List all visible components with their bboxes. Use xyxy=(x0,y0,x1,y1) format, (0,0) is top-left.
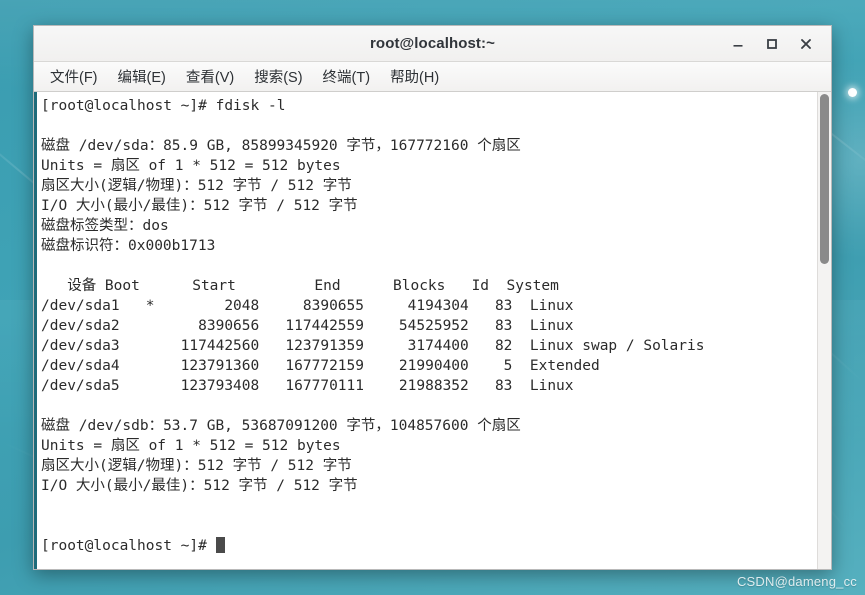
maximize-button[interactable] xyxy=(755,29,789,59)
terminal-window[interactable]: root@localhost:~ 文件(F) 编辑(E) 查看(V) xyxy=(33,25,832,570)
window-titlebar[interactable]: root@localhost:~ xyxy=(34,26,831,62)
terminal-line: Units = 扇区 of 1 * 512 = 512 bytes xyxy=(41,156,817,176)
desktop-light-dot xyxy=(848,88,857,97)
terminal-scrollbar[interactable] xyxy=(817,92,831,569)
terminal-line: /dev/sda2 8390656 117442559 54525952 83 … xyxy=(41,316,817,336)
terminal-line: /dev/sda4 123791360 167772159 21990400 5… xyxy=(41,356,817,376)
menubar[interactable]: 文件(F) 编辑(E) 查看(V) 搜索(S) 终端(T) 帮助(H) xyxy=(34,62,831,92)
menu-item-terminal[interactable]: 终端(T) xyxy=(314,64,380,89)
terminal-area[interactable]: [root@localhost ~]# fdisk -l 磁盘 /dev/sda：… xyxy=(34,92,831,569)
terminal-line: 磁盘 /dev/sdb：53.7 GB, 53687091200 字节，1048… xyxy=(41,416,817,436)
scrollbar-thumb[interactable] xyxy=(820,94,829,264)
terminal-output[interactable]: [root@localhost ~]# fdisk -l 磁盘 /dev/sda：… xyxy=(37,92,817,569)
terminal-line xyxy=(41,116,817,136)
terminal-cursor xyxy=(216,537,225,553)
terminal-line: 磁盘标签类型：dos xyxy=(41,216,817,236)
terminal-line: 扇区大小(逻辑/物理)：512 字节 / 512 字节 xyxy=(41,456,817,476)
terminal-line: /dev/sda5 123793408 167770111 21988352 8… xyxy=(41,376,817,396)
close-button[interactable] xyxy=(789,29,823,59)
window-title: root@localhost:~ xyxy=(34,35,831,52)
terminal-line: /dev/sda1 * 2048 8390655 4194304 83 Linu… xyxy=(41,296,817,316)
terminal-line: Units = 扇区 of 1 * 512 = 512 bytes xyxy=(41,436,817,456)
window-controls xyxy=(721,29,831,59)
terminal-line: [root@localhost ~]# fdisk -l xyxy=(41,96,817,116)
menu-item-file[interactable]: 文件(F) xyxy=(41,64,107,89)
terminal-line: 磁盘 /dev/sda：85.9 GB, 85899345920 字节，1677… xyxy=(41,136,817,156)
terminal-line xyxy=(41,496,817,516)
terminal-line: /dev/sda3 117442560 123791359 3174400 82… xyxy=(41,336,817,356)
terminal-line xyxy=(41,516,817,536)
terminal-line: I/O 大小(最小/最佳)：512 字节 / 512 字节 xyxy=(41,196,817,216)
terminal-line: 磁盘标识符：0x000b1713 xyxy=(41,236,817,256)
terminal-line: 设备 Boot Start End Blocks Id System xyxy=(41,276,817,296)
menu-item-search[interactable]: 搜索(S) xyxy=(245,64,311,89)
menu-item-view[interactable]: 查看(V) xyxy=(177,64,243,89)
minimize-button[interactable] xyxy=(721,29,755,59)
terminal-line: I/O 大小(最小/最佳)：512 字节 / 512 字节 xyxy=(41,476,817,496)
terminal-line xyxy=(41,396,817,416)
terminal-prompt-line: [root@localhost ~]# xyxy=(41,536,817,556)
menu-item-help[interactable]: 帮助(H) xyxy=(381,64,448,89)
terminal-line xyxy=(41,256,817,276)
terminal-line: 扇区大小(逻辑/物理)：512 字节 / 512 字节 xyxy=(41,176,817,196)
menu-item-edit[interactable]: 编辑(E) xyxy=(109,64,175,89)
